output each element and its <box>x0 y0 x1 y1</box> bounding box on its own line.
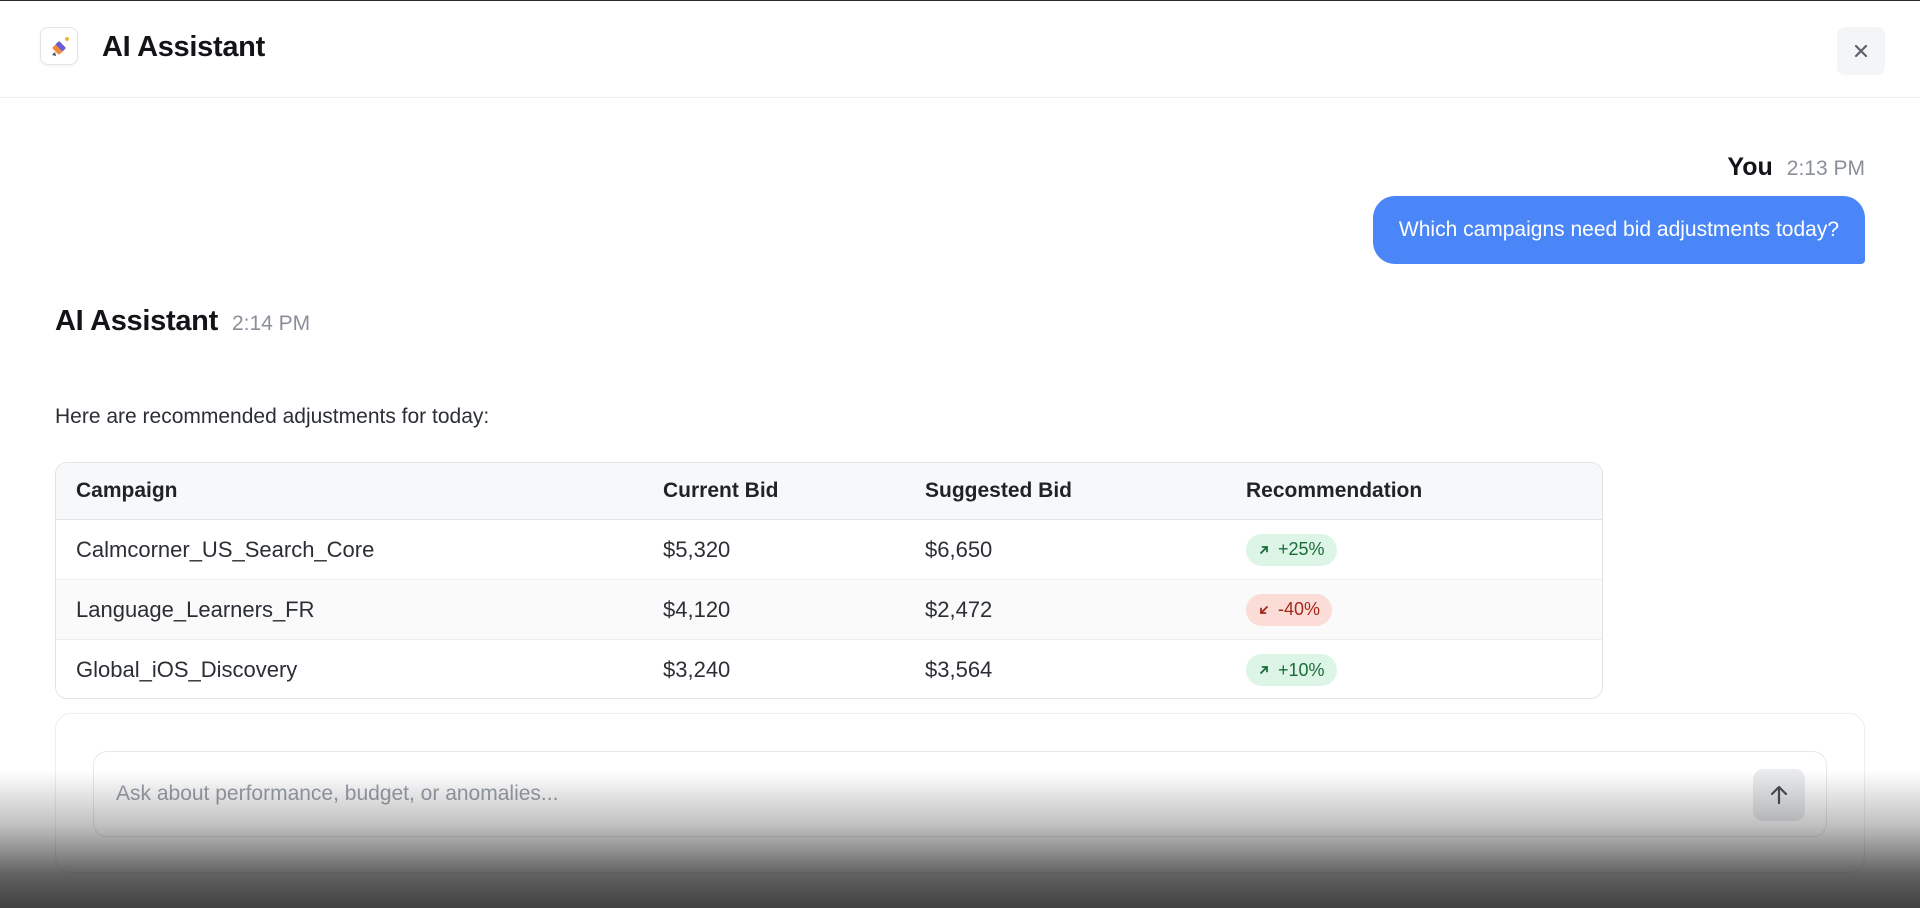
user-message-time: 2:13 PM <box>1786 157 1865 180</box>
message-input[interactable] <box>116 752 1736 836</box>
user-sender-name: You <box>1727 153 1773 181</box>
ai-message-meta: AI Assistant 2:14 PM <box>55 305 310 338</box>
column-header-suggested-bid: Suggested Bid <box>925 479 1073 502</box>
arrow-down-left-icon <box>1260 605 1268 614</box>
ai-message-time: 2:14 PM <box>231 312 311 335</box>
campaign-cell: Global_iOS_Discovery <box>76 657 298 682</box>
message-composer <box>55 713 1865 873</box>
suggested-bid-cell: $3,564 <box>925 657 993 682</box>
message-input-container <box>93 751 1827 837</box>
recommendation-badge: +10% <box>1246 654 1337 686</box>
user-message-meta: You 2:13 PM <box>1727 153 1865 182</box>
table-row: Language_Learners_FR $4,120 $2,472 -40% <box>56 580 1602 640</box>
recommendation-badge: +25% <box>1246 533 1337 566</box>
arrow-up-right-icon <box>1260 666 1268 674</box>
recommendation-value: -40% <box>1278 599 1321 619</box>
campaign-cell: Calmcorner_US_Search_Core <box>76 536 375 562</box>
table-row: Global_iOS_Discovery $3,240 $3,564 +10% <box>56 640 1602 698</box>
ai-assistant-panel: AI Assistant You 2:13 PM Which campaigns… <box>0 0 1920 908</box>
app-logo <box>40 27 78 65</box>
recommendation-value: +10% <box>1278 659 1325 680</box>
ai-message-intro: Here are recommended adjustments for tod… <box>55 405 490 428</box>
column-header-current-bid: Current Bid <box>663 479 779 502</box>
column-header-campaign: Campaign <box>76 479 178 502</box>
table-header-row: Campaign Current Bid Suggested Bid Recom… <box>56 463 1602 520</box>
recommendation-badge: -40% <box>1246 593 1333 626</box>
recommendation-cell: +25% <box>1246 520 1337 579</box>
close-button[interactable] <box>1837 27 1885 75</box>
send-button[interactable] <box>1753 769 1805 821</box>
suggested-bid-cell: $2,472 <box>925 596 993 622</box>
recommendation-value: +25% <box>1278 539 1325 559</box>
arrow-up-right-icon <box>1260 545 1268 554</box>
campaign-cell: Language_Learners_FR <box>76 596 315 622</box>
panel-header: AI Assistant <box>0 1 1920 98</box>
table-row: Calmcorner_US_Search_Core $5,320 $6,650 … <box>56 520 1602 580</box>
sparkle-pencil-icon <box>52 37 69 56</box>
user-message-bubble: Which campaigns need bid adjustments tod… <box>1372 196 1865 264</box>
current-bid-cell: $5,320 <box>663 536 731 562</box>
column-header-recommendation: Recommendation <box>1246 479 1423 502</box>
current-bid-cell: $4,120 <box>663 596 731 622</box>
suggested-bid-cell: $6,650 <box>925 536 993 562</box>
current-bid-cell: $3,240 <box>663 657 731 682</box>
app-title: AI Assistant <box>102 31 265 63</box>
recommendation-cell: +10% <box>1246 640 1337 698</box>
recommendation-cell: -40% <box>1246 580 1333 639</box>
bid-adjustments-table: Campaign Current Bid Suggested Bid Recom… <box>55 462 1603 699</box>
arrow-up-icon <box>1770 785 1788 805</box>
ai-sender-name: AI Assistant <box>55 305 218 337</box>
close-icon <box>1854 44 1868 58</box>
